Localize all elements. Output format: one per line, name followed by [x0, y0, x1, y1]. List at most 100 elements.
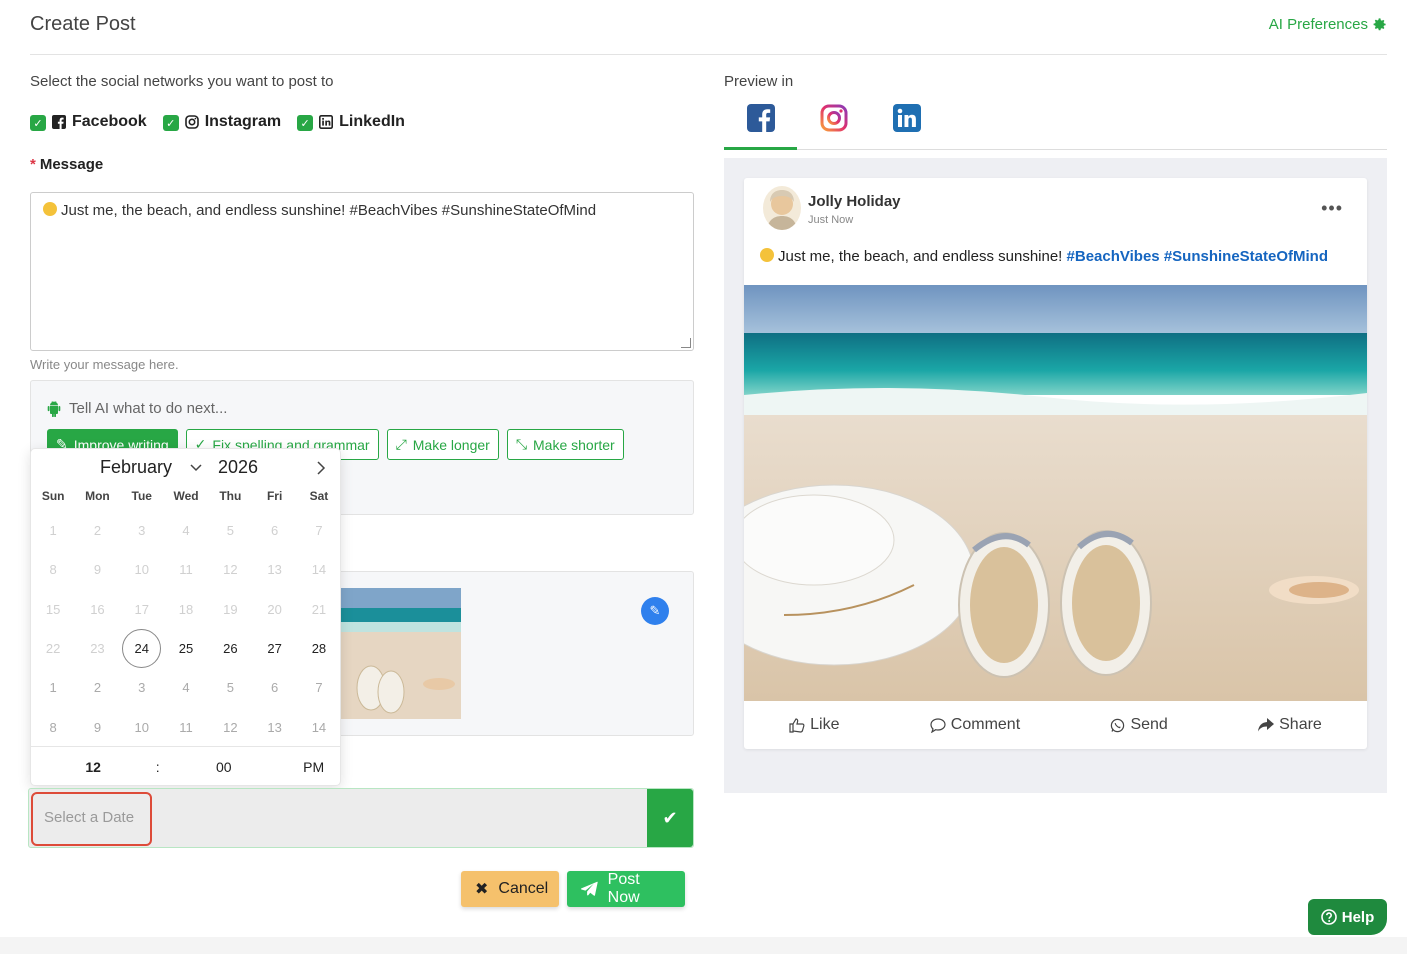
calendar-day: 23: [90, 641, 105, 657]
weekday-label: Thu: [219, 489, 242, 503]
next-month-button[interactable]: [317, 461, 326, 480]
network-selector: ✓ Facebook ✓ Instagram ✓ LinkedIn: [30, 112, 405, 131]
ai-preferences-label: AI Preferences: [1268, 16, 1368, 33]
calendar-day: 8: [49, 562, 57, 578]
calendar-day: 2: [93, 523, 102, 539]
action-label: Send: [1130, 716, 1168, 733]
weekday-label: Tue: [131, 489, 152, 503]
make-shorter-button[interactable]: ⤡ Make shorter: [506, 429, 624, 460]
share-icon: [1258, 718, 1275, 732]
calendar-day: 9: [93, 562, 102, 578]
action-label: Comment: [950, 716, 1021, 733]
calendar-day[interactable]: 12: [208, 707, 252, 746]
hour-input[interactable]: 12: [31, 759, 155, 775]
make-longer-button[interactable]: ⤢ Make longer: [386, 429, 499, 460]
message-textarea[interactable]: Just me, the beach, and endless sunshine…: [30, 192, 694, 351]
form-actions: ✖ Cancel Post Now: [461, 871, 685, 907]
android-icon: [47, 400, 61, 417]
facebook-post-preview: Jolly Holiday Just Now ••• Just me, the …: [744, 178, 1367, 749]
network-linkedin-checkbox[interactable]: ✓ LinkedIn: [297, 112, 405, 131]
networks-label: Select the social networks you want to p…: [30, 73, 334, 90]
message-label-text: Message: [39, 156, 104, 173]
calendar-day[interactable]: 27: [252, 629, 296, 668]
calendar-day[interactable]: 24: [120, 629, 164, 669]
calendar-day[interactable]: 5: [208, 668, 252, 707]
calendar-day[interactable]: 28: [297, 629, 341, 668]
instagram-icon: [184, 114, 199, 129]
checkbox-checked-icon: ✓: [297, 115, 314, 131]
button-label: Make shorter: [533, 436, 615, 453]
hashtag-link[interactable]: #BeachVibes: [1067, 248, 1160, 265]
network-facebook-checkbox[interactable]: ✓ Facebook: [30, 112, 147, 131]
weekday-label: Wed: [173, 489, 199, 503]
send-button[interactable]: Send: [1110, 716, 1168, 734]
date-input[interactable]: Select a Date: [31, 792, 152, 846]
calendar-day[interactable]: 26: [208, 629, 252, 668]
chevron-right-icon: [317, 461, 326, 475]
instagram-icon: [820, 104, 847, 132]
minute-input[interactable]: 00: [160, 759, 287, 775]
like-button[interactable]: Like: [789, 716, 840, 734]
tab-linkedin-preview[interactable]: [870, 98, 943, 150]
weekday-label: Sun: [41, 489, 65, 503]
confirm-date-button[interactable]: ✔: [647, 789, 693, 847]
preview-label: Preview in: [724, 73, 794, 90]
calendar-day[interactable]: 14: [297, 707, 341, 746]
hashtag-link[interactable]: #SunshineStateOfMind: [1164, 248, 1328, 265]
message-text: Just me, the beach, and endless sunshine…: [61, 202, 597, 219]
more-options-icon[interactable]: •••: [1321, 198, 1343, 219]
calendar-day[interactable]: 1: [31, 668, 75, 707]
button-label: Cancel: [498, 880, 549, 897]
network-instagram-checkbox[interactable]: ✓ Instagram: [162, 112, 281, 131]
cancel-button[interactable]: ✖ Cancel: [461, 871, 559, 907]
checkbox-checked-icon: ✓: [30, 115, 46, 131]
ai-prompt-placeholder: Tell AI what to do next...: [69, 400, 228, 417]
check-icon: ✔: [662, 807, 678, 828]
calendar-day[interactable]: 9: [75, 707, 119, 746]
weekday-label: Mon: [85, 489, 110, 503]
tab-facebook-preview[interactable]: [724, 98, 797, 150]
calendar-day: 12: [223, 562, 238, 578]
whatsapp-icon: [1111, 718, 1125, 732]
weekday-label: Sat: [309, 489, 329, 503]
edit-media-button[interactable]: ✎: [641, 597, 669, 625]
resize-handle[interactable]: [681, 338, 691, 348]
calendar-day[interactable]: 6: [252, 668, 296, 707]
help-button[interactable]: Help: [1308, 899, 1387, 935]
month-select[interactable]: February: [100, 457, 202, 478]
post-text: Just me, the beach, and endless sunshine…: [760, 248, 1328, 265]
calendar-day[interactable]: 11: [164, 707, 208, 746]
calendar-days-grid: 1 2 3 4 5 6 7 8 9 10 11 12 13 14 15 16 17 18 19 20 21 22 23 24 2…: [31, 511, 340, 747]
message-label: * Message: [30, 156, 103, 173]
share-button[interactable]: Share: [1258, 716, 1322, 734]
calendar-day[interactable]: 10: [120, 707, 164, 746]
help-label: Help: [1341, 908, 1375, 926]
post-text-body: Just me, the beach, and endless sunshine…: [778, 248, 1063, 265]
calendar-day[interactable]: 8: [31, 707, 75, 746]
ampm-toggle[interactable]: PM: [287, 759, 340, 775]
calendar-day[interactable]: 7: [297, 668, 341, 707]
ai-prompt-input[interactable]: Tell AI what to do next...: [47, 400, 227, 417]
calendar-day[interactable]: 13: [252, 707, 296, 746]
weekday-label: Fri: [266, 489, 283, 503]
calendar-day[interactable]: 25: [164, 629, 208, 668]
post-time: Just Now: [808, 214, 854, 226]
comment-button[interactable]: Comment: [930, 716, 1020, 734]
calendar-day[interactable]: 3: [120, 668, 164, 707]
calendar-day: 7: [315, 523, 323, 539]
calendar-day[interactable]: 4: [164, 668, 208, 707]
year-input[interactable]: 2026: [218, 457, 258, 478]
time-picker: 12 : 00 PM: [31, 746, 340, 786]
calendar-day: 13: [267, 562, 282, 578]
post-author: Jolly Holiday: [808, 193, 901, 210]
preview-area: Jolly Holiday Just Now ••• Just me, the …: [724, 158, 1387, 793]
page-header: Create Post AI Preferences: [30, 0, 1387, 55]
ai-preferences-link[interactable]: AI Preferences: [1269, 16, 1387, 33]
post-now-button[interactable]: Post Now: [567, 871, 685, 907]
calendar-day[interactable]: 2: [75, 668, 119, 707]
facebook-icon: [52, 114, 66, 129]
checkbox-checked-icon: ✓: [162, 115, 179, 131]
calendar-day: 15: [45, 601, 61, 617]
tab-instagram-preview[interactable]: [797, 98, 870, 150]
calendar-day: 3: [138, 523, 146, 539]
